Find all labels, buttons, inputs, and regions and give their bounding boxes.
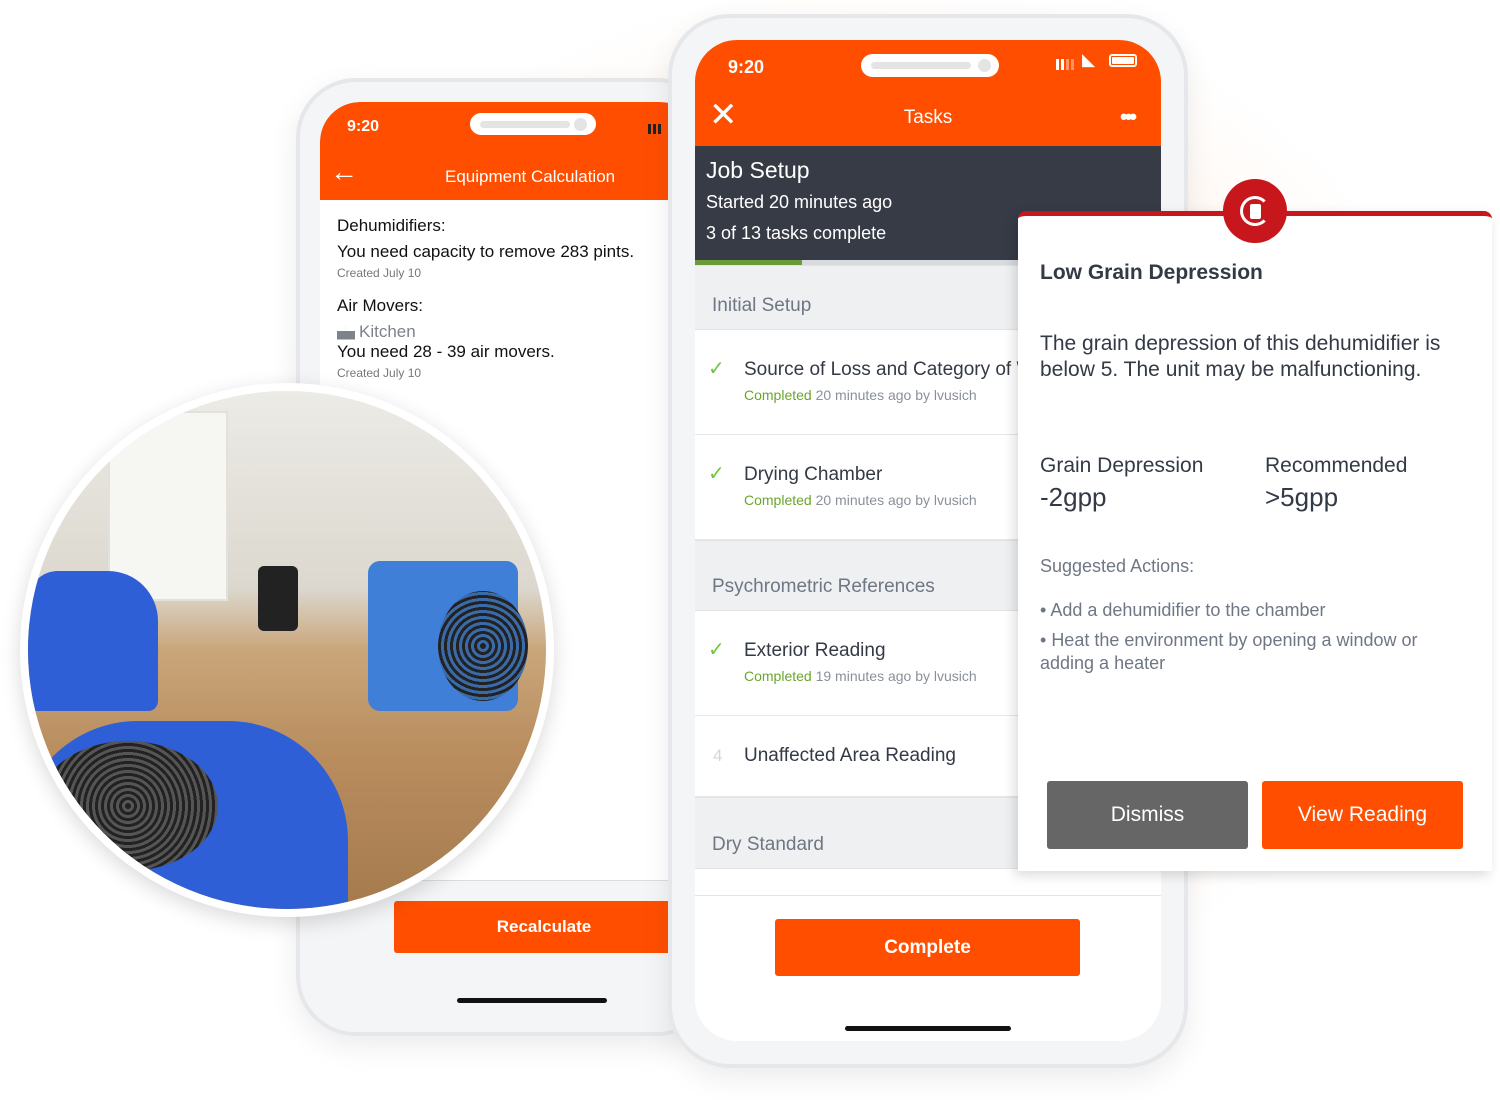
home-indicator [845, 1026, 1011, 1031]
battery-icon [1109, 54, 1137, 67]
action-item: • Add a dehumidifier to the chamber [1040, 600, 1326, 620]
action-item: • Heat the environment by opening a wind… [1040, 630, 1418, 673]
completed-label: Completed [744, 492, 812, 508]
screen-title: Tasks [903, 107, 953, 128]
section-label: Psychrometric References [712, 576, 935, 597]
dismiss-button[interactable]: Dismiss [1047, 781, 1248, 849]
section-label: Initial Setup [712, 295, 812, 316]
check-icon: ✓ [708, 463, 725, 485]
completed-label: Completed [744, 668, 812, 684]
grain-depression-value: -2gpp [1040, 482, 1107, 512]
section-dry-standard: Dry Standard [695, 797, 1020, 869]
task-title: Exterior Reading [744, 640, 886, 661]
tasks-header: 9:20 ◣ ✕ Tasks ••• [695, 40, 1161, 146]
dehumidifier-refresh-icon [1223, 179, 1287, 243]
suggested-label: Suggested Actions: [1040, 556, 1195, 576]
dehumidifiers-text: You need capacity to remove 283 pints. [337, 242, 635, 261]
alert-card: Low Grain Depression The grain depressio… [1018, 211, 1492, 871]
dehumidifiers-label: Dehumidifiers: [337, 216, 446, 235]
left-header: 9:20 ← Equipment Calculation [320, 102, 700, 200]
home-indicator [457, 998, 607, 1003]
more-icon[interactable]: ••• [1120, 104, 1137, 130]
task-detail: 20 minutes ago by lvusich [815, 387, 977, 403]
notch [861, 54, 999, 77]
recalculate-button[interactable]: Recalculate [394, 901, 694, 953]
section-psychrometric: Psychrometric References [695, 540, 1020, 611]
task-status: Completed 19 minutes ago by lvusich [744, 668, 977, 684]
task-status: Completed 20 minutes ago by lvusich [744, 387, 977, 403]
divider [695, 895, 1161, 896]
grain-depression-label: Grain Depression [1040, 454, 1204, 477]
task-title: Unaffected Area Reading [744, 745, 956, 766]
job-title: Job Setup [706, 157, 810, 183]
alert-message: The grain depression of this dehumidifie… [1040, 332, 1441, 381]
alert-title: Low Grain Depression [1040, 261, 1263, 284]
task-title: Drying Chamber [744, 464, 883, 485]
air-movers-created: Created July 10 [337, 366, 422, 380]
signal-icon [648, 124, 664, 134]
status-time: 9:20 [347, 118, 380, 135]
recommended-label: Recommended [1265, 454, 1408, 477]
action-text: Heat the environment by opening a window… [1040, 630, 1418, 673]
room: Kitchen [337, 322, 683, 342]
air-movers-text: You need 28 - 39 air movers. [337, 342, 555, 361]
view-reading-button[interactable]: View Reading [1262, 781, 1463, 849]
complete-button[interactable]: Complete [775, 919, 1080, 976]
task-item[interactable]: ✓ Drying Chamber Completed 20 minutes ag… [695, 435, 1020, 540]
check-icon: ✓ [708, 358, 725, 380]
completed-label: Completed [744, 387, 812, 403]
room-icon [337, 324, 355, 340]
wifi-icon: ◣ [1082, 50, 1096, 69]
room-name: Kitchen [359, 322, 416, 341]
notch [470, 113, 596, 135]
check-icon: ✓ [708, 639, 725, 661]
task-item[interactable]: ✓ Exterior Reading Completed 19 minutes … [695, 611, 1020, 716]
task-item[interactable]: ✓ Source of Loss and Category of Water C… [695, 330, 1066, 435]
status-time: 9:20 [728, 57, 765, 77]
arrow-left-icon[interactable]: ← [330, 158, 358, 186]
task-detail: 20 minutes ago by lvusich [815, 492, 977, 508]
job-started: Started 20 minutes ago [706, 192, 893, 212]
task-item[interactable]: 4 Unaffected Area Reading [695, 716, 1020, 797]
screen-title: Equipment Calculation [445, 167, 616, 186]
task-status: Completed 20 minutes ago by lvusich [744, 492, 977, 508]
dehumidifiers-created: Created July 10 [337, 266, 422, 280]
action-text: Add a dehumidifier to the chamber [1050, 600, 1326, 620]
recommended-value: >5gpp [1265, 482, 1339, 512]
air-movers-label: Air Movers: [337, 296, 423, 315]
section-label: Dry Standard [712, 834, 824, 855]
section-initial-setup: Initial Setup [695, 265, 1020, 330]
equipment-photo [20, 383, 554, 917]
task-number: 4 [713, 746, 723, 765]
task-detail: 19 minutes ago by lvusich [815, 668, 977, 684]
signal-icon [1056, 59, 1076, 70]
